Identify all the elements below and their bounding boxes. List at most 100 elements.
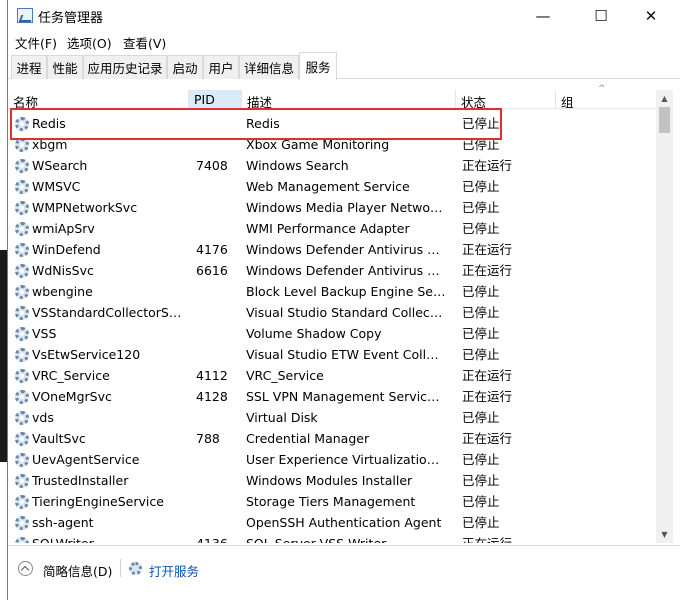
column-status-header[interactable]: 状态 — [456, 90, 556, 110]
service-name: VsEtwService120 — [32, 347, 141, 362]
service-description: SQL Server VSS Writer — [246, 533, 446, 543]
table-row[interactable]: VSStandardCollectorServ... Visual Studio … — [8, 302, 656, 323]
service-name: VRC_Service — [32, 368, 110, 383]
service-pid: 788 — [196, 431, 220, 446]
tab-users[interactable]: 用户 — [203, 55, 239, 79]
table-row[interactable]: VOneMgrSvc 4128 SSL VPN Management Service… — [8, 386, 656, 407]
service-status: 正在运行 — [462, 368, 513, 383]
service-name: TrustedInstaller — [32, 473, 129, 488]
service-gear-icon — [15, 285, 29, 299]
table-row[interactable]: TrustedInstaller Windows Modules Installe… — [8, 470, 656, 491]
service-gear-icon — [15, 243, 29, 257]
title-bar[interactable]: 任务管理器 — ☐ ✕ — [8, 0, 680, 31]
service-pid: 7408 — [196, 158, 228, 173]
scrollbar-thumb[interactable] — [659, 107, 670, 133]
service-name: VOneMgrSvc — [32, 389, 112, 404]
service-gear-icon — [15, 411, 29, 425]
service-status: 已停止 — [462, 452, 500, 467]
service-name: WMPNetworkSvc — [32, 200, 138, 215]
column-name-header[interactable]: 名称 — [8, 90, 189, 110]
service-description: SSL VPN Management Service Pr... — [246, 389, 446, 404]
minimize-button[interactable]: — — [520, 0, 566, 31]
service-status: 正在运行 — [462, 263, 513, 278]
service-pid — [196, 218, 240, 239]
service-name: SQLWriter — [32, 533, 188, 543]
table-row[interactable]: vds Virtual Disk 已停止 — [8, 407, 656, 428]
table-row[interactable]: wbengine Block Level Backup Engine Servic… — [8, 281, 656, 302]
table-row[interactable]: TieringEngineService Storage Tiers Manage… — [8, 491, 656, 512]
service-name: WdNisSvc — [32, 263, 94, 278]
fewer-details-link[interactable]: 简略信息(D) — [43, 561, 112, 580]
service-description: Windows Search — [246, 158, 349, 173]
table-row[interactable]: WSearch 7408 Windows Search 正在运行 — [8, 155, 656, 176]
scroll-up-icon[interactable]: ▲ — [656, 90, 673, 107]
scroll-down-icon[interactable]: ▼ — [656, 526, 673, 543]
tab-startup[interactable]: 启动 — [167, 55, 203, 79]
table-row[interactable]: UevAgentService User Experience Virtualiz… — [8, 449, 656, 470]
services-list: Redis Redis 已停止 xbgm Xbox Game Monitoring 已停止… — [8, 113, 656, 543]
service-description: VRC_Service — [246, 368, 324, 383]
table-row[interactable]: WinDefend 4176 Windows Defender Antivirus … — [8, 239, 656, 260]
service-status: 正在运行 — [462, 533, 552, 543]
service-description: Windows Defender Antivirus Serv... — [246, 242, 446, 257]
service-pid — [196, 344, 240, 365]
service-name: WinDefend — [32, 242, 101, 257]
column-header: 名称 PID 描述 状态 组 — [8, 90, 656, 110]
table-row[interactable]: SQLWriter 4136 SQL Server VSS Writer 正在运行 — [8, 533, 656, 543]
tab-services[interactable]: 服务 — [299, 52, 337, 80]
service-gear-icon — [15, 138, 29, 152]
service-description: Web Management Service — [246, 179, 410, 194]
service-gear-icon — [15, 306, 29, 320]
service-pid — [196, 197, 240, 218]
service-gear-icon — [15, 537, 29, 543]
service-status: 已停止 — [462, 221, 500, 236]
service-gear-icon — [15, 264, 29, 278]
maximize-button[interactable]: ☐ — [578, 0, 624, 31]
service-gear-icon — [15, 180, 29, 194]
column-pid-header[interactable]: PID — [189, 90, 242, 109]
table-row[interactable]: ssh-agent OpenSSH Authentication Agent 已停止 — [8, 512, 656, 533]
table-row[interactable]: VaultSvc 788 Credential Manager 正在运行 — [8, 428, 656, 449]
collapse-up-icon[interactable] — [18, 561, 33, 576]
column-description-header[interactable]: 描述 — [242, 90, 456, 110]
service-name: wmiApSrv — [32, 221, 95, 236]
tab-bar: 进程 性能 应用历史记录 启动 用户 详细信息 服务 — [8, 52, 680, 80]
tab-processes[interactable]: 进程 — [11, 55, 47, 79]
table-row[interactable]: WdNisSvc 6616 Windows Defender Antivirus N… — [8, 260, 656, 281]
table-row[interactable]: wmiApSrv WMI Performance Adapter 已停止 — [8, 218, 656, 239]
table-row[interactable]: VRC_Service 4112 VRC_Service 正在运行 — [8, 365, 656, 386]
service-gear-icon — [15, 516, 29, 530]
service-pid: 4136 — [196, 533, 240, 543]
tab-performance[interactable]: 性能 — [47, 55, 83, 79]
service-description: Virtual Disk — [246, 410, 318, 425]
service-name: WMSVC — [32, 179, 81, 194]
vertical-scrollbar[interactable]: ▲ ▼ — [656, 90, 673, 543]
menu-view[interactable]: 查看(V) — [123, 33, 166, 52]
table-row[interactable]: VSS Volume Shadow Copy 已停止 — [8, 323, 656, 344]
service-status: 已停止 — [462, 410, 500, 425]
tab-app-history[interactable]: 应用历史记录 — [83, 55, 167, 79]
menu-options[interactable]: 选项(O) — [67, 33, 112, 52]
menu-file[interactable]: 文件(F) — [15, 33, 57, 52]
table-row[interactable]: VsEtwService120 Visual Studio ETW Event C… — [8, 344, 656, 365]
service-description: Visual Studio Standard Collector ... — [246, 305, 446, 320]
service-pid — [196, 491, 240, 512]
service-status: 已停止 — [462, 326, 500, 341]
service-pid — [196, 449, 240, 470]
footer-divider — [120, 559, 121, 577]
service-gear-icon — [15, 201, 29, 215]
background-edge — [0, 250, 7, 462]
service-name: VSStandardCollectorServ... — [32, 305, 188, 320]
table-row[interactable]: WMPNetworkSvc Windows Media Player Networ… — [8, 197, 656, 218]
menu-bar: 文件(F) 选项(O) 查看(V) — [8, 31, 680, 51]
open-services-link[interactable]: 打开服务 — [149, 561, 199, 580]
table-row[interactable]: WMSVC Web Management Service 已停止 — [8, 176, 656, 197]
tab-details[interactable]: 详细信息 — [239, 55, 299, 79]
service-gear-icon — [15, 432, 29, 446]
column-group-header[interactable]: 组 — [556, 90, 656, 110]
close-button[interactable]: ✕ — [628, 0, 674, 31]
service-name: VSS — [32, 326, 57, 341]
service-name: VaultSvc — [32, 431, 86, 446]
service-status: 已停止 — [462, 347, 500, 362]
services-gear-icon[interactable] — [129, 562, 142, 575]
